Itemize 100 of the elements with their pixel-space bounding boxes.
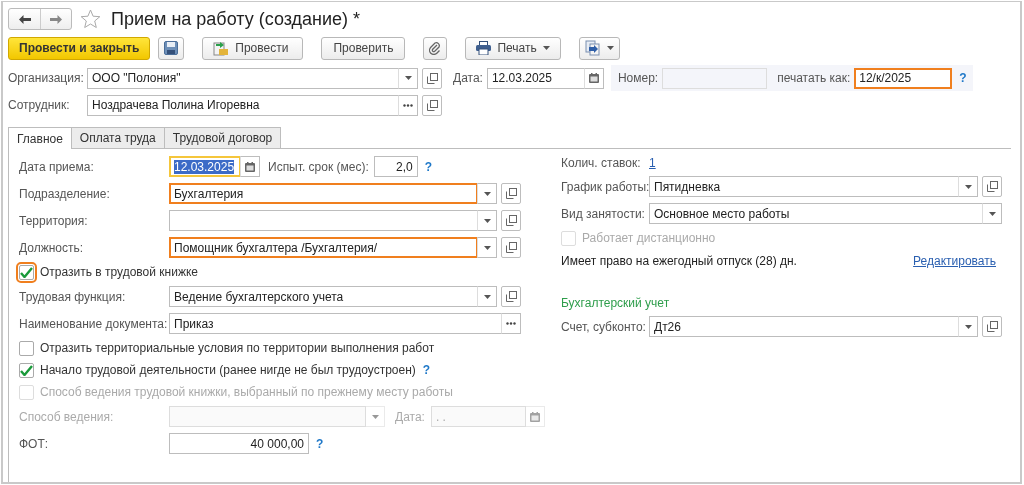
checkbox-label: Начало трудовой деятельности (ранее нигде не был трудоустроен) bbox=[40, 363, 416, 377]
open-button[interactable] bbox=[982, 316, 1002, 337]
field-label: ФОТ: bbox=[19, 436, 50, 451]
field-label: Должность: bbox=[19, 240, 85, 255]
exchange-button[interactable] bbox=[578, 36, 620, 60]
dropdown-button[interactable] bbox=[958, 316, 978, 337]
caret-icon bbox=[483, 191, 491, 196]
checkbox-label: Отразить в трудовой книжке bbox=[40, 265, 198, 279]
calendar-button[interactable] bbox=[583, 67, 604, 89]
select-field[interactable]: Помощник бухгалтера /Бухгалтерия/ bbox=[169, 237, 478, 258]
calendar-button[interactable] bbox=[240, 156, 260, 177]
select-field[interactable] bbox=[169, 406, 366, 427]
dropdown-button[interactable] bbox=[982, 203, 1002, 224]
field-label: Дата: bbox=[453, 71, 483, 85]
attach-button[interactable] bbox=[423, 36, 448, 60]
caret-icon bbox=[483, 245, 491, 250]
help-link[interactable]: ? bbox=[316, 436, 324, 451]
open-button[interactable] bbox=[422, 94, 442, 116]
number-field[interactable] bbox=[662, 67, 768, 89]
open-button[interactable] bbox=[501, 183, 521, 204]
checkbox[interactable] bbox=[19, 264, 34, 280]
post-and-close-button[interactable]: Провести и закрыть bbox=[8, 36, 151, 60]
number-field[interactable]: 2,0 bbox=[373, 156, 418, 177]
dropdown-button[interactable] bbox=[958, 176, 978, 197]
checkbox[interactable] bbox=[19, 340, 34, 356]
field-label: Испыт. срок (мес): bbox=[268, 159, 369, 174]
window-title: Прием на работу (создание) * bbox=[111, 8, 361, 30]
employee-field[interactable]: Ноздрачева Полина Игоревна bbox=[87, 94, 399, 116]
checkbox-label: Способ ведения трудовой книжки, выбранный по прежнему месту работы bbox=[40, 385, 453, 399]
edit-link[interactable]: Редактировать bbox=[913, 254, 996, 268]
date-field[interactable]: 12.03.2025 bbox=[169, 156, 241, 177]
open-icon bbox=[505, 242, 517, 253]
select-field[interactable]: Пятидневка bbox=[649, 176, 959, 197]
save-button[interactable] bbox=[158, 36, 185, 60]
section-heading: Бухгалтерский учет bbox=[561, 296, 671, 310]
open-icon bbox=[426, 99, 438, 111]
open-button[interactable] bbox=[501, 237, 521, 258]
dropdown-button[interactable] bbox=[398, 67, 418, 89]
checkbox-label: Отразить территориальные условия по территории выполнения работ bbox=[40, 341, 435, 355]
help-link[interactable]: ? bbox=[422, 363, 431, 377]
open-icon bbox=[505, 215, 517, 226]
field-label: Номер: bbox=[617, 71, 659, 85]
document-arrow-icon bbox=[213, 40, 230, 56]
select-field[interactable]: Основное место работы bbox=[649, 203, 983, 224]
field-label: Организация: bbox=[8, 71, 85, 85]
dropdown-button[interactable] bbox=[477, 210, 497, 231]
checkbox-label: Работает дистанционно bbox=[582, 231, 716, 245]
number-field[interactable]: 40 000,00 bbox=[169, 433, 309, 454]
documents-arrow-icon bbox=[584, 40, 601, 56]
help-link[interactable]: ? bbox=[424, 159, 433, 174]
help-link[interactable]: ? bbox=[959, 71, 967, 85]
field-label: Сотрудник: bbox=[8, 98, 71, 112]
post-button[interactable]: Провести bbox=[202, 36, 304, 60]
field-label: Подразделение: bbox=[19, 186, 111, 201]
select-field[interactable]: Ведение бухгалтерского учета bbox=[169, 286, 478, 307]
select-field[interactable]: ООО "Полония" bbox=[87, 67, 399, 89]
caret-icon bbox=[542, 46, 550, 50]
checkbox[interactable] bbox=[19, 362, 34, 378]
select-field[interactable]: Дт26 bbox=[649, 316, 959, 337]
field-label: Дата: bbox=[395, 409, 425, 424]
choose-button[interactable] bbox=[398, 94, 418, 116]
calendar-icon bbox=[588, 73, 599, 83]
star-icon[interactable] bbox=[80, 9, 101, 29]
print-as-field[interactable]: 12/к/2025 bbox=[854, 67, 953, 89]
caret-icon bbox=[483, 294, 491, 299]
field-label: Вид занятости: bbox=[561, 206, 646, 221]
open-button[interactable] bbox=[501, 286, 521, 307]
dots-icon bbox=[506, 322, 516, 325]
caret-icon bbox=[964, 324, 972, 329]
print-button[interactable]: Печать bbox=[465, 36, 561, 60]
field-label: печатать как: bbox=[777, 71, 851, 85]
tab[interactable]: Главное bbox=[8, 127, 72, 149]
open-icon bbox=[986, 321, 998, 332]
check-button[interactable]: Проверить bbox=[321, 36, 406, 60]
dropdown-button[interactable] bbox=[477, 286, 497, 307]
text-field[interactable]: Приказ bbox=[169, 313, 502, 334]
caret-icon bbox=[606, 46, 614, 50]
dropdown-button[interactable] bbox=[477, 237, 497, 258]
dropdown-button[interactable] bbox=[477, 183, 497, 204]
tab[interactable]: Оплата труда bbox=[70, 127, 165, 148]
paperclip-icon bbox=[429, 41, 442, 55]
select-field[interactable]: Бухгалтерия bbox=[169, 183, 478, 204]
caret-icon bbox=[404, 76, 412, 80]
field-label: График работы: bbox=[561, 179, 649, 194]
open-button[interactable] bbox=[422, 67, 442, 89]
caret-icon bbox=[964, 184, 972, 189]
left-arrow-icon bbox=[18, 14, 31, 24]
field-label: Наименование документа: bbox=[19, 316, 169, 331]
open-button[interactable] bbox=[501, 210, 521, 231]
tab[interactable]: Трудовой договор bbox=[163, 127, 282, 148]
open-icon bbox=[505, 188, 517, 199]
open-button[interactable] bbox=[982, 176, 1002, 197]
field-label: Трудовая функция: bbox=[19, 289, 127, 304]
date-field[interactable]: 12.03.2025 bbox=[486, 67, 585, 89]
rate-link[interactable]: 1 bbox=[649, 156, 656, 170]
select-field[interactable] bbox=[169, 210, 478, 231]
printer-icon bbox=[476, 41, 492, 55]
open-icon bbox=[426, 72, 438, 84]
choose-button[interactable] bbox=[501, 313, 521, 334]
caret-icon bbox=[371, 414, 379, 419]
